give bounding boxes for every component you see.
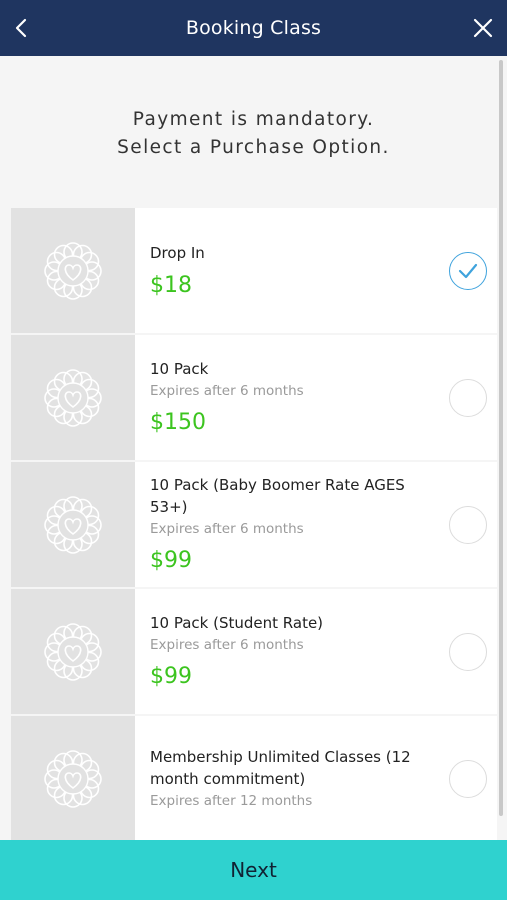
option-expiry: Expires after 6 months <box>150 637 304 653</box>
option-info: 10 Pack Expires after 6 months $150 <box>135 335 497 460</box>
next-button[interactable]: Next <box>0 840 507 900</box>
studio-logo-icon <box>11 589 135 714</box>
option-price: $99 <box>150 664 192 689</box>
studio-logo-icon <box>11 716 135 840</box>
purchase-option-row[interactable]: 10 Pack Expires after 6 months $150 <box>11 335 497 460</box>
option-price: $150 <box>150 410 206 435</box>
option-name: 10 Pack (Baby Boomer Rate AGES 53+) <box>150 476 405 516</box>
purchase-option-row[interactable]: 10 Pack (Baby Boomer Rate AGES 53+) Expi… <box>11 462 497 587</box>
purchase-option-row[interactable]: Drop In $18 <box>11 208 497 333</box>
radio-button[interactable] <box>449 632 487 671</box>
close-icon[interactable] <box>471 16 495 40</box>
option-info: 10 Pack (Student Rate) Expires after 6 m… <box>135 589 497 714</box>
notice-line-1: Payment is mandatory. <box>132 109 375 130</box>
purchase-option-row[interactable]: Membership Unlimited Classes (12 month c… <box>11 716 497 840</box>
option-name: 10 Pack (Student Rate) <box>150 614 324 632</box>
content-area[interactable]: Payment is mandatory. Select a Purchase … <box>0 56 507 840</box>
checkmark-icon <box>458 263 478 278</box>
purchase-option-row[interactable]: 10 Pack (Student Rate) Expires after 6 m… <box>11 589 497 714</box>
option-info: Membership Unlimited Classes (12 month c… <box>135 716 497 840</box>
purchase-option-list: Drop In $18 10 Pack Expires after 6 mont… <box>11 208 497 840</box>
option-expiry: Expires after 12 months <box>150 793 313 809</box>
option-info: Drop In $18 <box>135 208 497 333</box>
studio-logo-icon <box>11 462 135 587</box>
radio-button[interactable] <box>449 759 487 798</box>
option-price: $99 <box>150 548 192 573</box>
notice-line-2: Select a Purchase Option. <box>117 137 390 158</box>
option-info: 10 Pack (Baby Boomer Rate AGES 53+) Expi… <box>135 462 497 587</box>
header-bar: Booking Class <box>0 0 507 56</box>
studio-logo-icon <box>11 208 135 333</box>
radio-button[interactable] <box>449 378 487 417</box>
option-name: 10 Pack <box>150 360 209 378</box>
payment-notice: Payment is mandatory. Select a Purchase … <box>0 56 507 208</box>
option-name: Membership Unlimited Classes (12 month c… <box>150 748 411 788</box>
checkmark-radio-icon[interactable] <box>449 251 487 290</box>
radio-button[interactable] <box>449 505 487 544</box>
chevron-left-icon[interactable] <box>10 14 36 42</box>
option-expiry: Expires after 6 months <box>150 383 304 399</box>
option-name: Drop In <box>150 243 205 262</box>
page-title: Booking Class <box>185 17 322 39</box>
scrollbar[interactable] <box>499 60 503 816</box>
studio-logo-icon <box>11 335 135 460</box>
option-price: $18 <box>150 272 192 298</box>
option-expiry: Expires after 6 months <box>150 521 304 537</box>
